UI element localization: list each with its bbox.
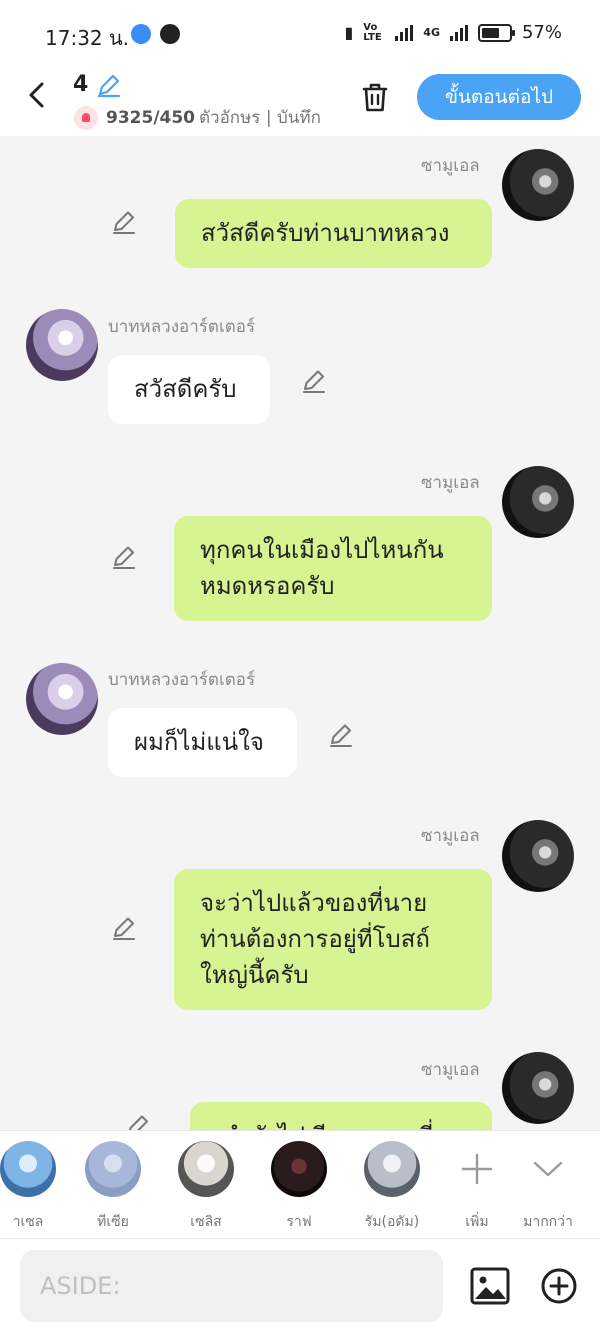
aside-input[interactable] [20, 1250, 443, 1322]
vibrate-icon: ▮ [344, 23, 354, 42]
character-option[interactable]: เซลิส [166, 1141, 246, 1233]
editor-header: 4 9325/450 ตัวอักษร | บันทึก ขั้นตอนต่อไ… [0, 68, 600, 136]
chevron-down-icon [520, 1141, 576, 1197]
sender-name: ซามูเอล [421, 826, 480, 846]
meta-label: ตัวอักษร | บันทึก [199, 108, 321, 128]
chat-area[interactable]: ซามูเอล สวัสดีครับท่านบาทหลวง บาทหลวงอาร… [0, 136, 600, 1130]
message-bubble[interactable]: ...ำลังไปเรียกทุกคนที่... [190, 1102, 492, 1130]
character-avatar [85, 1141, 141, 1197]
network-type-icon: 4G [423, 26, 440, 39]
message-line: ...ำลังไปเรียกทุกคนที่... [216, 1118, 466, 1130]
message-line: ใหญ่นี้ครับ [200, 961, 309, 989]
character-count: 9325/450 [106, 107, 196, 128]
character-option[interactable]: าเซล [0, 1141, 68, 1233]
edit-message-pencil-icon[interactable] [110, 208, 138, 236]
message-bubble[interactable]: จะว่าไปแล้วของที่นาย ท่านต้องการอยู่ที่โ… [174, 869, 492, 1010]
status-indicators: ▮ Vo LTE 4G 57% [344, 22, 562, 43]
character-avatar [364, 1141, 420, 1197]
next-step-button[interactable]: ขั้นตอนต่อไป [417, 74, 581, 120]
character-avatar [178, 1141, 234, 1197]
character-label: รัม(อดัม) [364, 1214, 420, 1230]
back-arrow-icon[interactable] [24, 80, 50, 110]
sender-name: ซามูเอล [421, 1060, 480, 1080]
avatar-samuel[interactable] [502, 1052, 574, 1124]
app-notification-icon [131, 24, 151, 44]
message-line: จะว่าไปแล้วของที่นาย [200, 889, 428, 917]
character-option[interactable]: ทีเซีย [73, 1141, 153, 1233]
avatar-samuel[interactable] [502, 466, 574, 538]
line-app-icon [160, 24, 180, 44]
message-bubble[interactable]: สวัสดีครับ [108, 355, 270, 424]
edit-title-pencil-icon[interactable] [96, 72, 122, 98]
character-option[interactable]: รัม(อดัม) [352, 1141, 432, 1233]
message-line: สวัสดีครับ [134, 375, 237, 403]
episode-number: 4 [73, 72, 89, 97]
plus-icon [449, 1141, 505, 1197]
trash-icon[interactable] [358, 80, 392, 114]
message-line: ท่านต้องการอยู่ที่โบสถ์ [200, 925, 430, 953]
status-time: 17:32 น. [45, 26, 130, 50]
battery-percent: 57% [521, 22, 562, 43]
message-line: ทุกคนในเมืองไปไหนกัน [200, 536, 444, 564]
sender-name: ซามูเอล [421, 156, 480, 176]
sender-name: บาทหลวงอาร์ตเตอร์ [108, 670, 256, 690]
message-bubble[interactable]: ทุกคนในเมืองไปไหนกัน หมดหรอครับ [174, 516, 492, 621]
character-count-meta: 9325/450 ตัวอักษร | บันทึก [74, 104, 330, 131]
edit-message-pencil-icon[interactable] [110, 914, 138, 942]
message-bubble[interactable]: สวัสดีครับท่านบาทหลวง [175, 199, 492, 268]
edit-message-pencil-icon[interactable] [327, 721, 355, 749]
avatar-samuel[interactable] [502, 820, 574, 892]
character-label: ราฟ [286, 1214, 312, 1230]
battery-icon [477, 23, 515, 42]
image-icon[interactable] [470, 1267, 510, 1305]
more-characters-button[interactable]: มากกว่า [508, 1141, 588, 1233]
signal-icon-2 [449, 24, 468, 41]
add-circle-icon[interactable] [540, 1267, 578, 1305]
character-avatar [0, 1141, 56, 1197]
input-bar [0, 1238, 600, 1333]
add-label: เพิ่ม [465, 1214, 489, 1230]
add-character-button[interactable]: เพิ่ม [437, 1141, 517, 1233]
more-label: มากกว่า [523, 1214, 573, 1230]
message-line: ผมก็ไม่แน่ใจ [134, 728, 264, 756]
avatar-arthur[interactable] [26, 309, 98, 381]
edit-message-pencil-icon[interactable] [300, 367, 328, 395]
sender-name: บาทหลวงอาร์ตเตอร์ [108, 317, 256, 337]
character-label: เซลิส [190, 1214, 222, 1230]
signal-icon [395, 24, 414, 41]
character-selector: าเซล ทีเซีย เซลิส ราฟ รัม(อดัม) เพิ่ม มา… [0, 1130, 600, 1238]
character-label: าเซล [12, 1214, 44, 1230]
message-bubble[interactable]: ผมก็ไม่แน่ใจ [108, 708, 297, 777]
avatar-arthur[interactable] [26, 663, 98, 735]
volte-icon: Vo LTE [363, 21, 382, 43]
avatar-samuel[interactable] [502, 149, 574, 221]
character-label: ทีเซีย [97, 1214, 129, 1230]
edit-message-pencil-icon[interactable] [110, 543, 138, 571]
status-bar: 17:32 น. ▮ Vo LTE 4G 57% [0, 0, 600, 68]
sender-name: ซามูเอล [421, 473, 480, 493]
character-option[interactable]: ราฟ [259, 1141, 339, 1233]
message-line: สวัสดีครับท่านบาทหลวง [201, 219, 450, 247]
message-line: หมดหรอครับ [200, 572, 335, 600]
edit-message-pencil-icon[interactable] [124, 1112, 152, 1130]
bell-icon [74, 105, 98, 130]
character-avatar [271, 1141, 327, 1197]
